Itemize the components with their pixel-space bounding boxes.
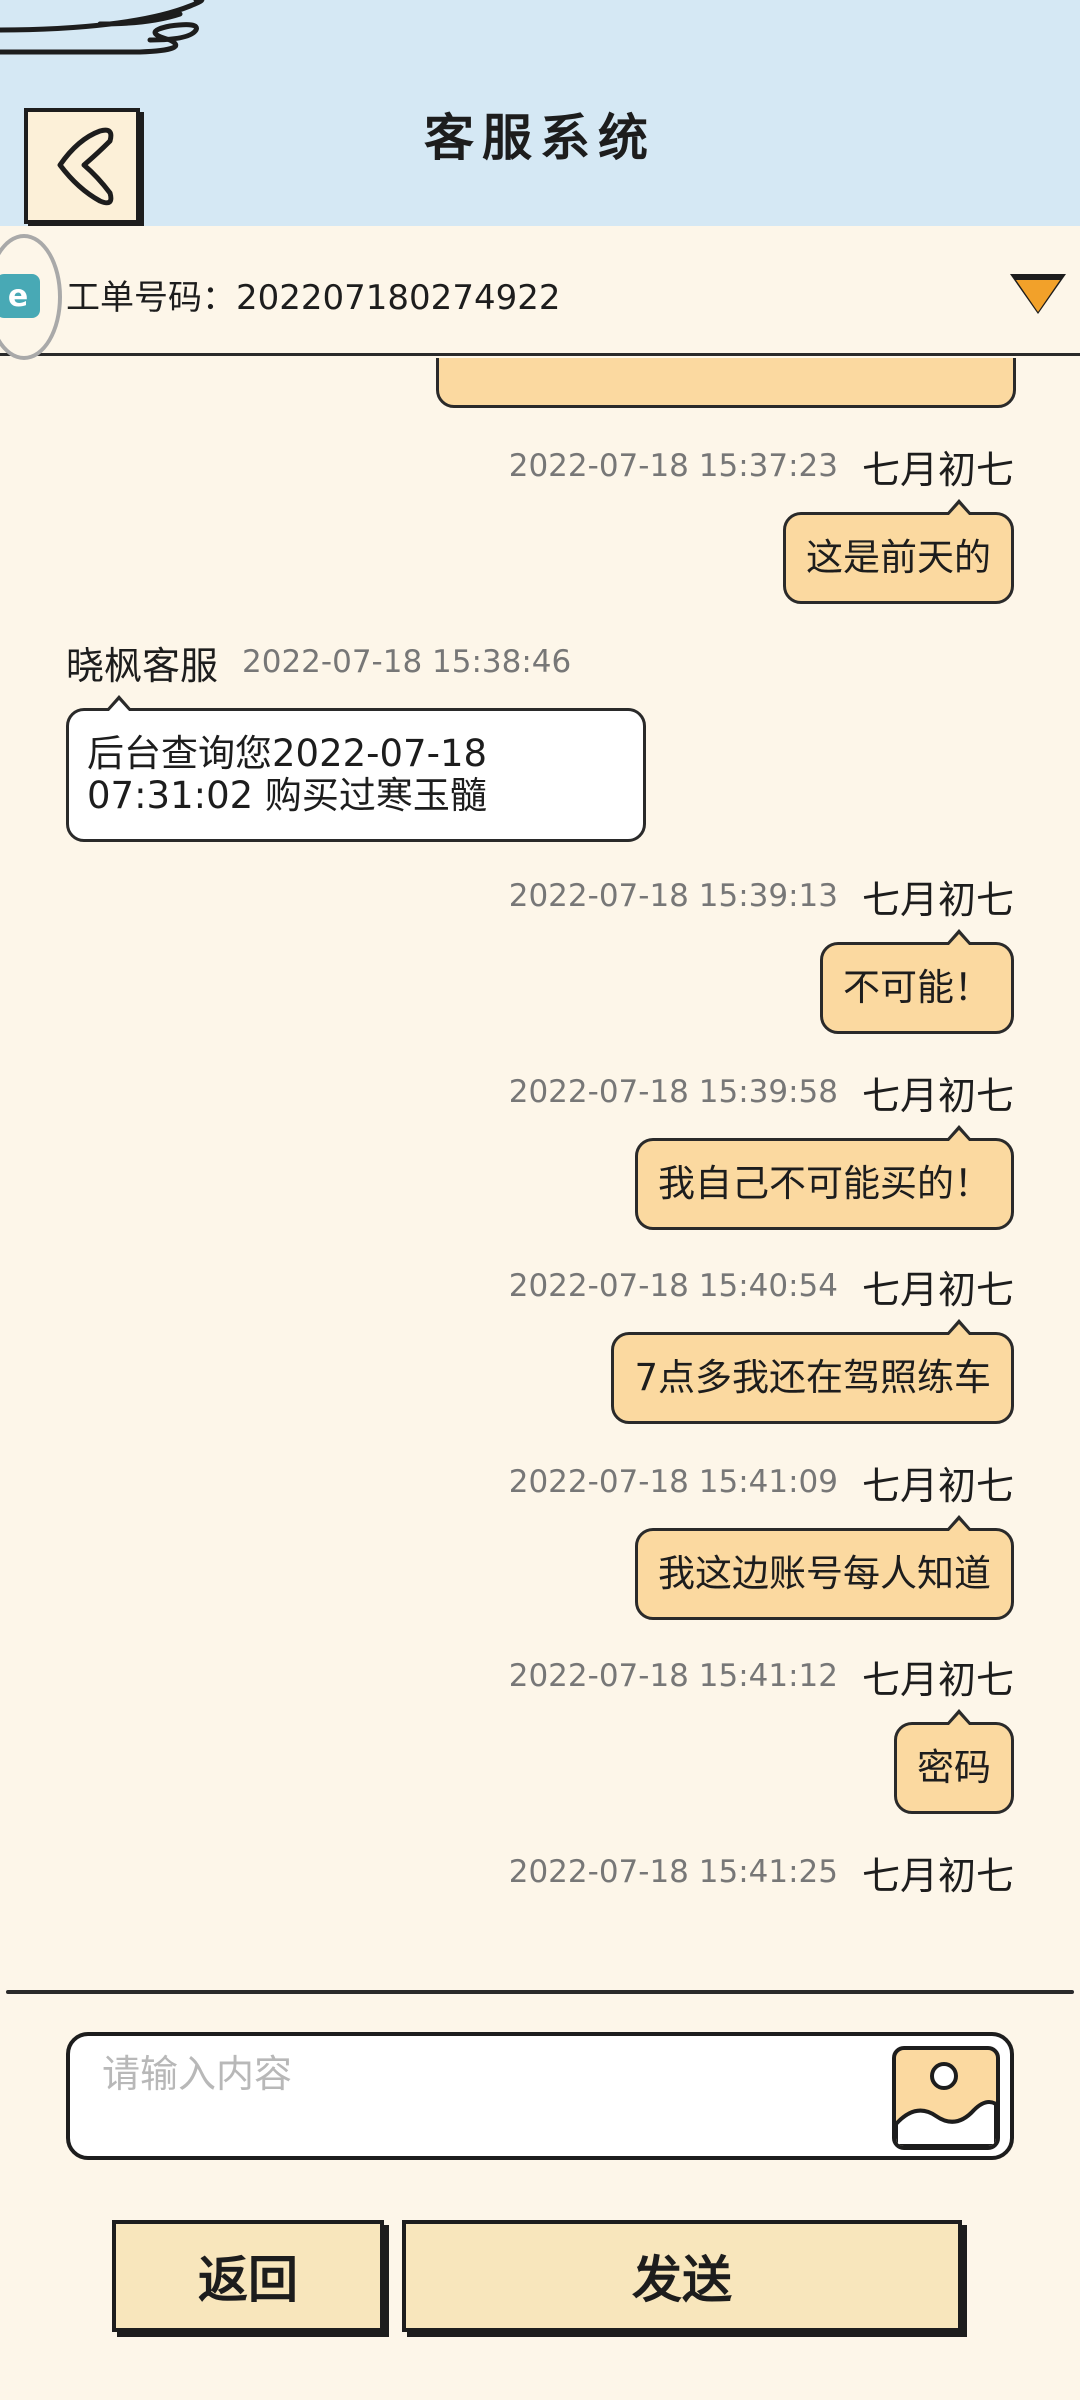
- message-time: 2022-07-18 15:38:46: [242, 644, 572, 680]
- message-sender: 七月初七: [861, 1463, 1014, 1508]
- outgoing-message-bubble[interactable]: 7点多我还在驾照练车: [611, 1319, 1014, 1424]
- message-time: 2022-07-18 15:41:25: [508, 1854, 838, 1890]
- image-upload-icon: [896, 2062, 996, 2146]
- message-meta: 2022-07-18 15:41:25 七月初七: [0, 1846, 1080, 1898]
- image-upload-button[interactable]: [892, 2046, 1000, 2150]
- message-composer[interactable]: [66, 2032, 1014, 2160]
- chat-message: 2022-07-18 15:40:54 七月初七 7点多我还在驾照练车: [0, 1260, 1080, 1424]
- message-meta: 2022-07-18 15:41:09 七月初七: [0, 1456, 1080, 1508]
- app-logo: e: [0, 234, 62, 360]
- bubble-row: 7点多我还在驾照练车: [0, 1319, 1080, 1424]
- message-meta: 晓枫客服 2022-07-18 15:38:46: [0, 636, 1080, 688]
- message-sender: 七月初七: [861, 1657, 1014, 1702]
- chat-message: 晓枫客服 2022-07-18 15:38:46 后台查询您2022-07-18…: [0, 636, 1080, 842]
- message-time: 2022-07-18 15:39:58: [508, 1074, 838, 1110]
- send-button[interactable]: 发送: [402, 2220, 962, 2332]
- message-time: 2022-07-18 15:40:54: [508, 1268, 838, 1304]
- message-sender: 七月初七: [861, 1073, 1014, 1118]
- chat-message: 2022-07-18 15:37:23 七月初七 这是前天的: [0, 440, 1080, 604]
- cloud-decoration-icon: [0, 0, 205, 55]
- chat-message: 2022-07-18 15:39:13 七月初七 不可能！: [0, 870, 1080, 1034]
- message-sender: 晓枫客服: [66, 643, 219, 688]
- message-time: 2022-07-18 15:41:12: [508, 1658, 838, 1694]
- bubble-row: 我自己不可能买的！: [0, 1125, 1080, 1230]
- message-sender: 七月初七: [861, 1853, 1014, 1898]
- message-meta: 2022-07-18 15:39:58 七月初七: [0, 1066, 1080, 1118]
- chat-message: 2022-07-18 15:41:12 七月初七 密码: [0, 1650, 1080, 1814]
- incoming-message-bubble[interactable]: 后台查询您2022-07-18 07:31:02 购买过寒玉髓: [66, 695, 646, 842]
- bubble-row: 不可能！: [0, 929, 1080, 1034]
- bubble-row: 我这边账号每人知道: [0, 1515, 1080, 1620]
- page-title: 客服系统: [424, 108, 656, 167]
- outgoing-message-bubble[interactable]: 我自己不可能买的！: [635, 1125, 1014, 1230]
- ticket-bar[interactable]: e 工单号码：202207180274922: [0, 226, 1080, 360]
- outgoing-message-bubble[interactable]: 密码: [894, 1709, 1014, 1814]
- bubble-row: 密码: [0, 1709, 1080, 1814]
- return-button[interactable]: 返回: [112, 2220, 384, 2332]
- dropdown-triangle-icon[interactable]: [1016, 280, 1060, 312]
- bubble-row: 这是前天的: [0, 499, 1080, 604]
- app-header: 客服系统: [0, 0, 1080, 226]
- app-logo-mark: e: [0, 274, 40, 318]
- message-time: 2022-07-18 15:41:09: [508, 1464, 838, 1500]
- outgoing-message-bubble[interactable]: 不可能！: [820, 929, 1014, 1034]
- chat-message: 2022-07-18 15:39:58 七月初七 我自己不可能买的！: [0, 1066, 1080, 1230]
- message-meta: 2022-07-18 15:41:12 七月初七: [0, 1650, 1080, 1702]
- chat-message: 2022-07-18 15:41:25 七月初七: [0, 1846, 1080, 1898]
- composer-divider: [6, 1990, 1074, 1994]
- message-input[interactable]: [100, 2050, 880, 2098]
- outgoing-message-bubble[interactable]: 我这边账号每人知道: [635, 1515, 1014, 1620]
- message-sender: 七月初七: [861, 447, 1014, 492]
- chat-message: 2022-07-18 15:41:09 七月初七 我这边账号每人知道: [0, 1456, 1080, 1620]
- message-meta: 2022-07-18 15:37:23 七月初七: [0, 440, 1080, 492]
- previous-message-bubble: [436, 358, 1016, 408]
- message-time: 2022-07-18 15:37:23: [508, 448, 838, 484]
- message-meta: 2022-07-18 15:39:13 七月初七: [0, 870, 1080, 922]
- message-sender: 七月初七: [861, 877, 1014, 922]
- ticket-number: 工单号码：202207180274922: [66, 278, 561, 318]
- bubble-row: 后台查询您2022-07-18 07:31:02 购买过寒玉髓: [0, 695, 1080, 842]
- message-sender: 七月初七: [861, 1267, 1014, 1312]
- message-meta: 2022-07-18 15:40:54 七月初七: [0, 1260, 1080, 1312]
- chat-message-list[interactable]: 2022-07-18 15:37:23 七月初七 这是前天的 晓枫客服 2022…: [0, 358, 1080, 1988]
- message-time: 2022-07-18 15:39:13: [508, 878, 838, 914]
- outgoing-message-bubble[interactable]: 这是前天的: [783, 499, 1014, 604]
